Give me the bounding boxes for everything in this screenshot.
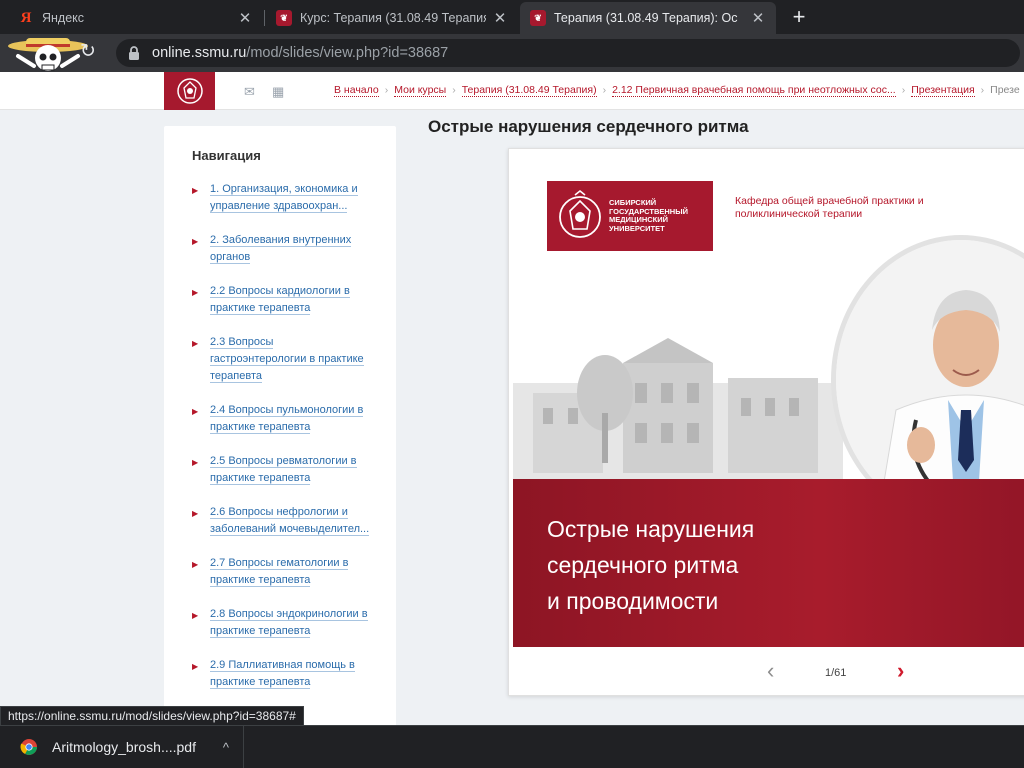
university-crest-icon: [559, 189, 601, 238]
building-illustration: [513, 338, 843, 483]
slide-pager: ‹ 1/61 ›: [509, 649, 1024, 697]
nav-item-label[interactable]: 2. Заболевания внутренних органов: [210, 234, 352, 264]
close-icon[interactable]: ✕: [492, 9, 508, 27]
bullet-icon: ▶: [192, 339, 199, 348]
url-host: online.ssmu.ru: [152, 45, 247, 61]
tab-label: Курс: Терапия (31.08.49 Терапия: [300, 11, 486, 25]
close-icon[interactable]: ✕: [237, 9, 253, 27]
nav-item[interactable]: ▶ 2.3 Вопросы гастроэнтерологии в практик…: [192, 334, 372, 385]
close-icon[interactable]: ✕: [750, 9, 766, 27]
chrome-icon: [20, 739, 37, 755]
bullet-icon: ▶: [192, 458, 199, 467]
nav-item[interactable]: ▶ 2.2 Вопросы кардиологии в практике тера…: [192, 283, 372, 317]
slide-viewer: СИБИРСКИЙ ГОСУДАРСТВЕННЫЙ МЕДИЦИНСКИЙ УН…: [508, 148, 1024, 696]
page-title: Острые нарушения сердечного ритма: [428, 117, 749, 136]
nav-item-label[interactable]: 2.6 Вопросы нефрологии и заболеваний моч…: [210, 506, 370, 536]
tab-active-presentation[interactable]: ❦ Терапия (31.08.49 Терапия): Ос ✕: [520, 2, 776, 34]
prev-slide-button[interactable]: ‹: [767, 658, 774, 684]
bullet-icon: ▶: [192, 611, 199, 620]
breadcrumb-separator: ›: [901, 84, 906, 96]
nav-item[interactable]: ▶ 2.4 Вопросы пульмонологии в практике те…: [192, 402, 372, 436]
bullet-icon: ▶: [192, 407, 199, 416]
url-path: /mod/slides/view.php?id=38687: [246, 45, 449, 61]
breadcrumb-section[interactable]: 2.12 Первичная врачебная помощь при неот…: [612, 84, 896, 97]
slide-image: СИБИРСКИЙ ГОСУДАРСТВЕННЫЙ МЕДИЦИНСКИЙ УН…: [513, 153, 1024, 647]
breadcrumb-course[interactable]: Терапия (31.08.49 Терапия): [461, 84, 597, 97]
breadcrumb-separator: ›: [980, 84, 985, 96]
nav-item[interactable]: ▶ 2.6 Вопросы нефрологии и заболеваний мо…: [192, 504, 372, 538]
site-logo[interactable]: [164, 72, 215, 110]
slide-heading-line: сердечного ритма: [547, 552, 739, 578]
nav-item-label[interactable]: 2.8 Вопросы эндокринологии в практике те…: [210, 608, 368, 638]
web-page: ✉ ▦ В начало › Мои курсы › Терапия (31.0…: [0, 72, 1024, 725]
reload-icon[interactable]: ↻: [80, 40, 96, 63]
bullet-icon: ▶: [192, 662, 199, 671]
bullet-icon: ▶: [192, 186, 199, 195]
navigation-block: Навигация ▶ 1. Организация, экономика и у…: [164, 126, 396, 725]
breadcrumb-separator: ›: [452, 84, 456, 96]
slide-heading: Острые нарушения сердечного ритма и пров…: [547, 511, 847, 619]
nav-item[interactable]: ▶ 2.7 Вопросы гематологии в практике тера…: [192, 555, 372, 589]
breadcrumb-my-courses[interactable]: Мои курсы: [394, 84, 447, 97]
nav-item-label[interactable]: 2.5 Вопросы ревматологии в практике тера…: [210, 455, 357, 485]
download-file-name: Aritmology_brosh....pdf: [52, 739, 196, 755]
next-slide-button[interactable]: ›: [897, 658, 904, 684]
tab-label: Яндекс: [42, 11, 85, 25]
university-name: СИБИРСКИЙ ГОСУДАРСТВЕННЫЙ МЕДИЦИНСКИЙ УН…: [609, 198, 688, 233]
breadcrumb-home[interactable]: В начало: [334, 84, 379, 97]
status-url-tooltip: https://online.ssmu.ru/mod/slides/view.p…: [0, 706, 304, 726]
university-crest-icon: [176, 78, 203, 104]
breadcrumb-current: Презе: [990, 84, 1020, 96]
breadcrumb-separator: ›: [384, 84, 389, 96]
breadcrumb: В начало › Мои курсы › Терапия (31.08.49…: [334, 84, 1020, 97]
breadcrumb-separator: ›: [602, 84, 607, 96]
pirate-skull-icon: [8, 38, 88, 71]
tab-label: Терапия (31.08.49 Терапия): Ос: [554, 11, 738, 25]
nav-item[interactable]: ▶ 2.5 Вопросы ревматологии в практике тер…: [192, 453, 372, 487]
nav-item[interactable]: ▶ 1. Организация, экономика и управление …: [192, 181, 372, 215]
bullet-icon: ▶: [192, 560, 199, 569]
tab-yandex[interactable]: Я Яндекс ✕: [8, 2, 263, 34]
lock-icon[interactable]: [126, 45, 142, 61]
slide-heading-line: и проводимости: [547, 588, 719, 614]
nav-item[interactable]: ▶ 2.9 Паллиативная помощь в практике тера…: [192, 657, 372, 691]
chevron-up-icon[interactable]: ^: [223, 740, 229, 755]
tab-divider: [264, 10, 265, 26]
ssmu-icon: ❦: [276, 10, 292, 26]
tab-strip: Я Яндекс ✕ ❦ Курс: Терапия (31.08.49 Тер…: [0, 0, 1024, 34]
breadcrumb-presentation[interactable]: Презентация: [911, 84, 975, 97]
department-name: Кафедра общей врачебной практики и полик…: [735, 195, 924, 220]
download-shelf: Aritmology_brosh....pdf ^: [0, 725, 1024, 768]
ssmu-icon: ❦: [530, 10, 546, 26]
yandex-icon: Я: [20, 9, 32, 26]
slide-counter: 1/61: [825, 667, 847, 679]
mail-icon[interactable]: ✉: [244, 84, 255, 100]
navigation-title: Навигация: [192, 148, 261, 163]
address-bar[interactable]: online.ssmu.ru /mod/slides/view.php?id=3…: [116, 39, 1020, 67]
grid-icon[interactable]: ▦: [272, 84, 284, 100]
site-header: ✉ ▦ В начало › Мои курсы › Терапия (31.0…: [0, 72, 1024, 110]
nav-item-label[interactable]: 2.3 Вопросы гастроэнтерологии в практике…: [210, 336, 364, 383]
university-badge: СИБИРСКИЙ ГОСУДАРСТВЕННЫЙ МЕДИЦИНСКИЙ УН…: [547, 181, 713, 251]
nav-item-label[interactable]: 2.2 Вопросы кардиологии в практике терап…: [210, 285, 350, 315]
bullet-icon: ▶: [192, 509, 199, 518]
download-item[interactable]: Aritmology_brosh....pdf ^: [8, 726, 244, 768]
nav-item-label[interactable]: 2.9 Паллиативная помощь в практике терап…: [210, 659, 355, 689]
bullet-icon: ▶: [192, 288, 199, 297]
navigation-list: ▶ 1. Организация, экономика и управление …: [192, 181, 372, 708]
nav-item[interactable]: ▶ 2. Заболевания внутренних органов: [192, 232, 372, 266]
bullet-icon: ▶: [192, 237, 199, 246]
nav-item-label[interactable]: 2.7 Вопросы гематологии в практике терап…: [210, 557, 349, 587]
nav-item[interactable]: ▶ 2.8 Вопросы эндокринологии в практике т…: [192, 606, 372, 640]
tab-course[interactable]: ❦ Курс: Терапия (31.08.49 Терапия ✕: [266, 2, 518, 34]
nav-item-label[interactable]: 1. Организация, экономика и управление з…: [210, 183, 358, 213]
new-tab-button[interactable]: +: [786, 4, 812, 30]
slide-heading-line: Острые нарушения: [547, 516, 755, 542]
nav-item-label[interactable]: 2.4 Вопросы пульмонологии в практике тер…: [210, 404, 364, 434]
